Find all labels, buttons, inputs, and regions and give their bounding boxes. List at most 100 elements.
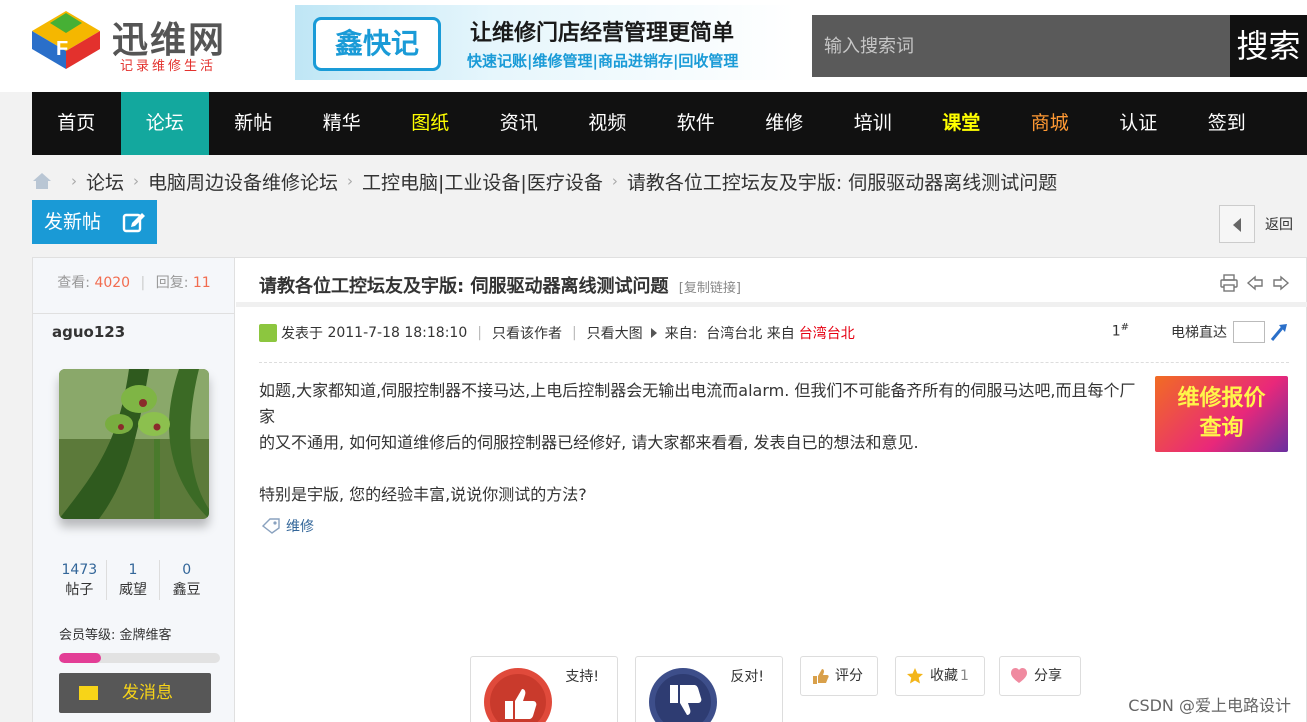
support-button[interactable]: 支持! (470, 656, 618, 722)
back-label[interactable]: 返回 (1265, 214, 1293, 234)
oppose-label: 反对! (730, 669, 764, 685)
back-button[interactable] (1219, 205, 1255, 243)
breadcrumb-separator: › (71, 172, 77, 190)
nav-item-11[interactable]: 商城 (1006, 92, 1095, 155)
user-stat-label: 威望 (119, 582, 147, 598)
banner-badge: 鑫快记 (313, 17, 441, 71)
heart-icon (1011, 668, 1027, 683)
post-paragraph: 的又不通用, 如何知道维修后的伺服控制器已经修好, 请大家都来看看, 发表自已的… (259, 433, 919, 452)
rate-button[interactable]: 评分 (800, 656, 878, 696)
prev-thread-icon[interactable] (1246, 274, 1264, 292)
user-stat-value: 1 (128, 562, 138, 578)
arrow-left-icon (1233, 218, 1241, 232)
post-paragraph: 特别是宇版, 您的经验丰富,说说你测试的方法? (259, 485, 587, 504)
breadcrumb-separator: › (611, 172, 618, 190)
next-thread-icon[interactable] (1272, 274, 1290, 292)
views-label: 查看: (57, 275, 90, 291)
favorite-button[interactable]: 收藏 1 (895, 656, 985, 696)
user-stat-label: 帖子 (65, 582, 94, 598)
breadcrumb-separator: › (347, 172, 354, 190)
user-stats: 1473 帖子 1 威望 0 鑫豆 (53, 560, 213, 600)
only-author-link[interactable]: 只看该作者 (492, 323, 562, 343)
replies-count: 11 (192, 275, 211, 291)
oppose-button[interactable]: 反对! (635, 656, 783, 722)
from-label: 来自: (664, 326, 698, 342)
nav-item-2[interactable]: 新帖 (209, 92, 298, 155)
breadcrumb: › 论坛 › 电脑周边设备维修论坛 › 工控电脑|工业设备|医疗设备 › 请教各… (32, 168, 1057, 194)
online-status-icon (259, 324, 277, 342)
user-stat-value: 1473 (61, 562, 98, 578)
go-arrow-icon[interactable] (1269, 322, 1289, 342)
view-reply-stats: 查看: 4020 | 回复: 11 (33, 272, 235, 292)
elevator-input[interactable] (1233, 321, 1265, 343)
rate-hand-icon (813, 669, 829, 684)
views-count: 4020 (94, 275, 131, 291)
post-meta: 发表于 2011-7-18 18:18:10 | 只看该作者 | 只看大图 来自… (259, 321, 1289, 344)
favorite-count: 1 (960, 668, 969, 684)
nav-item-4[interactable]: 图纸 (386, 92, 475, 155)
home-icon[interactable] (32, 172, 52, 190)
breadcrumb-forum[interactable]: 论坛 (86, 168, 124, 195)
level-progress-bar (59, 653, 220, 663)
search-input[interactable] (812, 15, 1230, 77)
logo-slogan: 记录维修生活 (120, 59, 217, 74)
banner-subtitle: 快速记账|维修管理|商品进销存|回收管理 (467, 52, 739, 70)
from-location: 台湾台北 (798, 326, 855, 342)
meta-divider: | (571, 325, 577, 341)
user-stat-label: 鑫豆 (172, 582, 201, 598)
search-button[interactable]: 搜索 (1230, 15, 1307, 77)
level-value[interactable]: 金牌维客 (120, 628, 172, 643)
post-paragraph: 如题,大家都知道,伺服控制器不接马达,上电后控制器会无输出电流而alarm. 但… (259, 381, 1136, 426)
meta-dashed-divider (259, 362, 1289, 363)
nav-item-0[interactable]: 首页 (32, 92, 121, 155)
thread-title-text: 请教各位工控坛友及宇版: 伺服驱动器离线测试问题 (259, 276, 669, 297)
site-header: F 迅维网 记录维修生活 鑫快记 让维修门店经营管理更简单 快速记账|维修管理|… (0, 0, 1307, 92)
nav-item-10[interactable]: 课堂 (917, 92, 1006, 155)
new-post-button[interactable]: 发新帖 (32, 200, 157, 244)
author-username[interactable]: aguo123 (52, 323, 125, 341)
only-images-link[interactable]: 只看大图 (587, 323, 643, 343)
user-stat[interactable]: 1 威望 (107, 560, 161, 600)
replies-label: 回复: (155, 275, 189, 291)
nav-item-12[interactable]: 认证 (1094, 92, 1183, 155)
copy-link[interactable]: [复制链接] (679, 281, 741, 296)
nav-item-1[interactable]: 论坛 (120, 92, 209, 155)
from-value: 台湾台北 来自 (706, 326, 795, 342)
share-button[interactable]: 分享 (999, 656, 1081, 696)
user-stat[interactable]: 0 鑫豆 (160, 560, 213, 600)
envelope-icon (79, 686, 98, 700)
nav-item-5[interactable]: 资讯 (475, 92, 564, 155)
breadcrumb-section[interactable]: 电脑周边设备维修论坛 (148, 168, 338, 195)
user-stat[interactable]: 1473 帖子 (53, 560, 107, 600)
send-message-label: 发消息 (122, 683, 173, 703)
floor-value: 1 (1111, 323, 1121, 340)
breadcrumb-thread[interactable]: 请教各位工控坛友及宇版: 伺服驱动器离线测试问题 (627, 168, 1057, 195)
rate-label: 评分 (835, 668, 863, 684)
nav-item-13[interactable]: 签到 (1183, 92, 1272, 155)
elevator-label: 电梯直达 (1171, 325, 1227, 341)
nav-item-8[interactable]: 维修 (740, 92, 829, 155)
post-container: 查看: 4020 | 回复: 11 aguo123 1473 帖子 1 威望 0 鑫豆 会… (32, 257, 1307, 722)
nav-item-6[interactable]: 视频 (563, 92, 652, 155)
post-main: 请教各位工控坛友及宇版: 伺服驱动器离线测试问题 [复制链接] 发表于 2011… (236, 258, 1307, 722)
nav-item-9[interactable]: 培训 (829, 92, 918, 155)
print-icon[interactable] (1220, 274, 1238, 292)
posted-time: 2011-7-18 18:18:10 (327, 325, 468, 341)
level-label: 会员等级: (59, 628, 116, 643)
ad-banner[interactable]: 鑫快记 让维修门店经营管理更简单 快速记账|维修管理|商品进销存|回收管理 (295, 5, 795, 80)
breadcrumb-board[interactable]: 工控电脑|工业设备|医疗设备 (362, 168, 603, 195)
caret-right-icon (650, 328, 657, 338)
send-message-button[interactable]: 发消息 (59, 673, 211, 713)
floor-sup: # (1120, 322, 1129, 333)
nav-item-7[interactable]: 软件 (652, 92, 741, 155)
post-tag[interactable]: 维修 (262, 516, 314, 536)
new-post-label: 发新帖 (44, 211, 102, 233)
nav-item-3[interactable]: 精华 (298, 92, 387, 155)
share-label: 分享 (1034, 668, 1062, 684)
tag-icon (262, 518, 280, 534)
level-progress-fill (59, 653, 101, 663)
avatar[interactable] (59, 369, 209, 519)
repair-quote-ad[interactable]: 维修报价 查询 (1155, 376, 1288, 452)
site-logo[interactable]: F 迅维网 记录维修生活 (30, 5, 240, 75)
page: { "header": { "logo_name": "迅维网", "logo_… (0, 0, 1307, 722)
